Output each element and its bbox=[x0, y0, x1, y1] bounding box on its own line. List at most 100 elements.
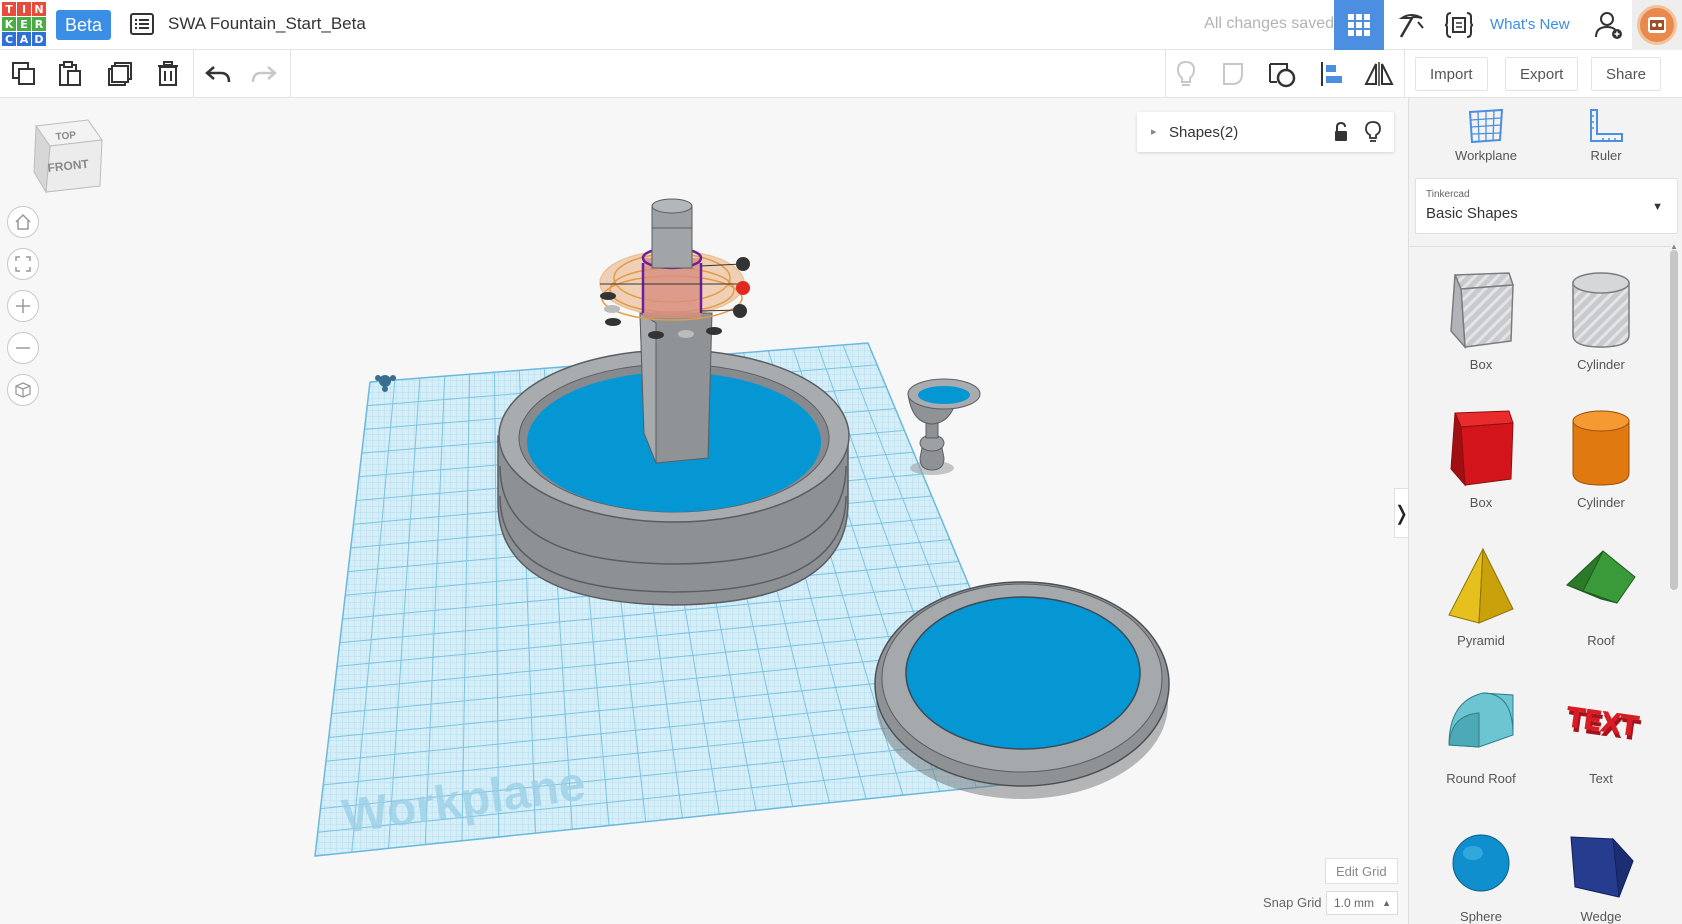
shape-library-panel: Workplane Ruler Tinkercad Basic Shapes ▼… bbox=[1408, 98, 1682, 924]
shape-library-dropdown[interactable]: Tinkercad Basic Shapes ▼ bbox=[1415, 178, 1678, 234]
design-title[interactable]: SWA Fountain_Start_Beta bbox=[168, 14, 366, 34]
avatar bbox=[1637, 5, 1677, 45]
ruler-tool[interactable]: Ruler bbox=[1561, 108, 1651, 163]
3d-design-view-button[interactable] bbox=[1334, 0, 1384, 50]
fit-view-button[interactable] bbox=[7, 248, 39, 280]
user-avatar-button[interactable] bbox=[1632, 0, 1682, 50]
collapse-panel-tab[interactable]: ❭ bbox=[1393, 488, 1408, 538]
hole-button[interactable] bbox=[1216, 58, 1252, 90]
shape-pyramid[interactable]: Pyramid bbox=[1421, 541, 1541, 671]
align-icon bbox=[1321, 62, 1342, 86]
perspective-cube-icon bbox=[15, 382, 31, 398]
bricks-view-button[interactable] bbox=[1386, 0, 1436, 50]
edit-grid-button[interactable]: Edit Grid bbox=[1325, 858, 1398, 884]
redo-button[interactable] bbox=[246, 58, 282, 90]
shape-sphere[interactable]: Sphere bbox=[1421, 817, 1541, 924]
perspective-button[interactable] bbox=[7, 374, 39, 406]
logo-letter: N bbox=[32, 2, 46, 16]
logo-letter: I bbox=[17, 2, 31, 16]
hole-shape-icon bbox=[1223, 63, 1243, 85]
library-selected-value: Basic Shapes bbox=[1426, 205, 1518, 222]
round-roof-icon bbox=[1448, 692, 1514, 748]
round-basin-shape[interactable] bbox=[874, 581, 1170, 799]
logo-letter: R bbox=[32, 17, 46, 31]
pickaxe-icon bbox=[1398, 14, 1424, 38]
beta-badge[interactable]: Beta bbox=[56, 10, 111, 40]
workplane-tool-label: Workplane bbox=[1455, 148, 1517, 163]
shape-text[interactable]: TEXT TEXT Text bbox=[1541, 679, 1661, 809]
share-button[interactable]: Share bbox=[1591, 57, 1662, 91]
shape-cylinder-hole[interactable]: Cylinder bbox=[1541, 265, 1661, 395]
codeblocks-button[interactable] bbox=[1436, 0, 1482, 50]
chevron-right-icon: ❭ bbox=[1393, 501, 1408, 526]
logo-letter: E bbox=[17, 17, 31, 31]
code-blocks-icon bbox=[1444, 12, 1474, 38]
shape-label: Box bbox=[1469, 495, 1493, 510]
shape-cylinder[interactable]: Cylinder bbox=[1541, 403, 1661, 533]
export-button[interactable]: Export bbox=[1505, 57, 1579, 91]
design-list-icon[interactable] bbox=[130, 13, 154, 35]
shapes-inspector-panel[interactable]: ▸ Shapes(2) bbox=[1137, 112, 1394, 152]
cylinder-orange-icon bbox=[1572, 410, 1630, 486]
home-view-button[interactable] bbox=[7, 206, 39, 238]
workplane-icon bbox=[1468, 108, 1504, 144]
import-button[interactable]: Import bbox=[1415, 57, 1488, 91]
view-cube[interactable]: TOP FRONT bbox=[30, 118, 106, 207]
group-button[interactable] bbox=[1264, 58, 1300, 90]
logo-letter: D bbox=[32, 32, 46, 46]
paste-icon bbox=[59, 61, 81, 86]
3d-canvas[interactable]: Workplane TOP FRONT ▸ Shapes(2) Edit Gri… bbox=[0, 98, 1408, 924]
logo-letter: T bbox=[2, 2, 16, 16]
ruler-icon bbox=[1590, 109, 1623, 142]
top-bar: T I N K E R C A D Beta SWA Fountain_Star… bbox=[0, 0, 1682, 50]
shape-roof[interactable]: Roof bbox=[1541, 541, 1661, 671]
dropdown-arrow-icon: ▼ bbox=[1652, 201, 1663, 213]
home-icon bbox=[15, 213, 31, 230]
zoom-out-button[interactable] bbox=[7, 332, 39, 364]
logo-letter: K bbox=[2, 17, 16, 31]
add-user-button[interactable] bbox=[1588, 0, 1630, 50]
shape-box[interactable]: Box bbox=[1421, 403, 1541, 533]
grid-icon bbox=[1348, 14, 1370, 36]
shape-label: Cylinder bbox=[1577, 495, 1625, 510]
lightbulb-icon[interactable] bbox=[1365, 121, 1381, 148]
shape-label: Pyramid bbox=[1457, 633, 1505, 648]
shape-label: Sphere bbox=[1460, 909, 1502, 924]
toolbar-divider bbox=[290, 50, 291, 98]
whats-new-link[interactable]: What's New bbox=[1490, 16, 1570, 33]
mirror-button[interactable] bbox=[1361, 58, 1397, 90]
undo-icon bbox=[205, 66, 231, 83]
shape-panel-scrollbar[interactable] bbox=[1670, 250, 1678, 590]
lock-icon[interactable] bbox=[1333, 121, 1349, 147]
shape-wedge[interactable]: Wedge bbox=[1541, 817, 1661, 924]
text-shape-icon: TEXT TEXT bbox=[1564, 701, 1642, 748]
align-button[interactable] bbox=[1314, 58, 1350, 90]
wedge-icon bbox=[1570, 836, 1634, 898]
trash-icon bbox=[158, 61, 178, 86]
show-all-button[interactable] bbox=[1168, 58, 1204, 90]
ruler-tool-label: Ruler bbox=[1590, 148, 1622, 163]
expand-caret-icon[interactable]: ▸ bbox=[1151, 125, 1157, 138]
birdbath-shape[interactable] bbox=[907, 378, 981, 475]
selected-ring-shape[interactable] bbox=[599, 227, 745, 321]
shape-box-hole[interactable]: Box bbox=[1421, 265, 1541, 395]
delete-button[interactable] bbox=[150, 58, 186, 90]
shape-label: Box bbox=[1469, 357, 1493, 372]
duplicate-button[interactable] bbox=[102, 58, 138, 90]
workplane-tool[interactable]: Workplane bbox=[1441, 108, 1531, 163]
group-icon bbox=[1269, 63, 1296, 88]
snap-grid-select[interactable]: 1.0 mm ▲ bbox=[1326, 891, 1398, 915]
shape-grid: Box Cylinder Box Cylinder Pyramid Roof R… bbox=[1409, 246, 1671, 924]
paste-button[interactable] bbox=[52, 58, 88, 90]
shape-round-roof[interactable]: Round Roof bbox=[1421, 679, 1541, 809]
zoom-in-button[interactable] bbox=[7, 290, 39, 322]
scene-viewport[interactable]: Workplane bbox=[0, 98, 1408, 924]
undo-button[interactable] bbox=[200, 58, 236, 90]
tinkercad-logo[interactable]: T I N K E R C A D bbox=[2, 2, 46, 46]
dropdown-arrow-icon: ▲ bbox=[1382, 898, 1391, 908]
box-red-icon bbox=[1450, 410, 1514, 487]
roof-icon bbox=[1566, 550, 1636, 604]
copy-button[interactable] bbox=[6, 58, 42, 90]
add-user-icon bbox=[1595, 12, 1622, 39]
logo-letter: C bbox=[2, 32, 16, 46]
